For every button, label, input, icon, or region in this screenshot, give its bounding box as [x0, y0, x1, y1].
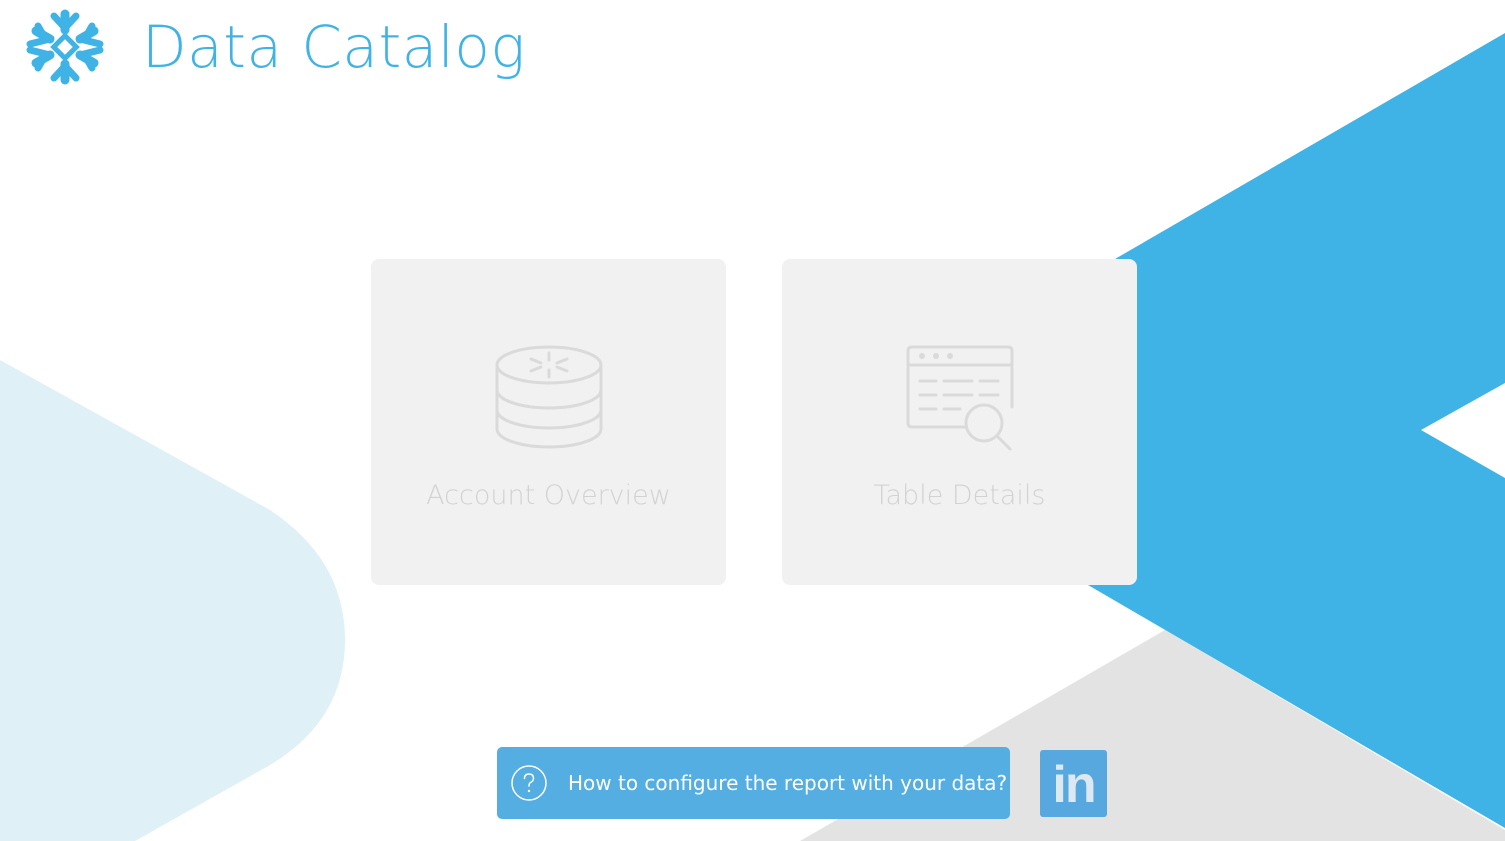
- question-circle-icon: [511, 765, 547, 801]
- snowflake-icon: [26, 9, 104, 85]
- account-overview-tile[interactable]: Account Overview: [371, 259, 726, 585]
- linkedin-logo-text: in: [1052, 755, 1096, 814]
- configure-help-label: How to configure the report with your da…: [568, 771, 1008, 795]
- table-details-tile[interactable]: Table Details: [782, 259, 1137, 585]
- table-details-label: Table Details: [873, 480, 1046, 511]
- configure-help-button[interactable]: How to configure the report with your da…: [497, 747, 1010, 819]
- account-overview-label: Account Overview: [426, 480, 671, 511]
- header: Data Catalog: [24, 6, 526, 88]
- light-blue-shape: [0, 360, 345, 841]
- report-page: Data Catalog Account Overview Table Deta…: [0, 0, 1505, 841]
- linkedin-icon[interactable]: in: [1040, 750, 1107, 817]
- database-snowflake-icon: [495, 345, 602, 449]
- background-shapes: [0, 33, 1505, 841]
- page-title: Data Catalog: [142, 13, 526, 81]
- table-search-icon: [906, 345, 1013, 451]
